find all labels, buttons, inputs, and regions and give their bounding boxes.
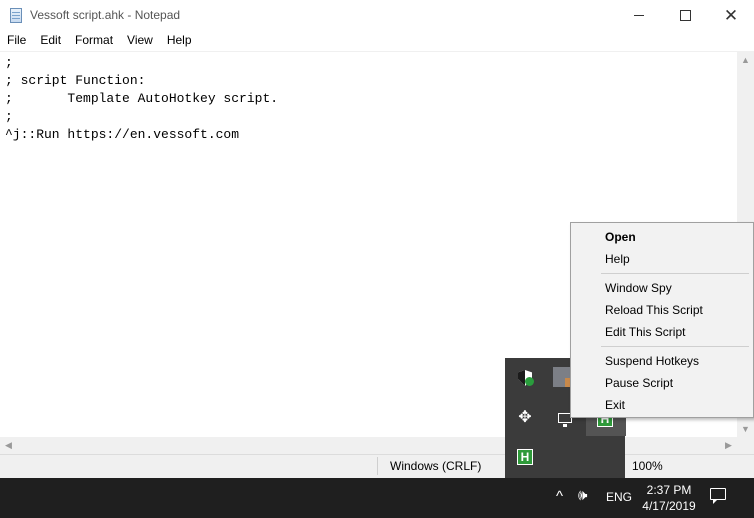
input-language-indicator[interactable]: ENG	[606, 490, 632, 504]
menu-edit[interactable]: Edit	[33, 31, 68, 51]
menu-item-exit[interactable]: Exit	[571, 394, 753, 416]
title-bar[interactable]: Vessoft script.ahk - Notepad ✕	[0, 0, 754, 31]
code-line: ;	[5, 109, 13, 124]
editor-text[interactable]: ; ; script Function: ; Template AutoHotk…	[5, 54, 278, 144]
close-icon: ✕	[723, 6, 739, 25]
status-bar: Windows (CRLF) 100%	[0, 454, 754, 478]
autohotkey-icon[interactable]: H	[515, 447, 535, 467]
move-glyph: ✥	[518, 409, 532, 426]
menu-item-window-spy[interactable]: Window Spy	[571, 277, 753, 299]
taskbar: ^ 🕪 ENG 2:37 PM 4/17/2019	[0, 478, 754, 518]
shield-half	[518, 370, 525, 386]
menu-item-help[interactable]: Help	[571, 248, 753, 270]
scrollbar-corner	[737, 437, 754, 454]
menu-format[interactable]: Format	[68, 31, 120, 51]
menu-item-label: Help	[605, 252, 630, 266]
horizontal-scrollbar[interactable]: ◀ ▶	[0, 437, 737, 454]
menu-item-edit-script[interactable]: Edit This Script	[571, 321, 753, 343]
scroll-right-icon[interactable]: ▶	[720, 437, 737, 454]
status-zoom: 100%	[632, 459, 663, 473]
status-line-ending: Windows (CRLF)	[390, 459, 482, 473]
menu-bar: File Edit Format View Help	[0, 31, 754, 51]
menu-item-label: Reload This Script	[605, 303, 703, 317]
menu-separator	[601, 346, 749, 347]
code-line: ; Template AutoHotkey script.	[5, 91, 279, 106]
taskbar-clock[interactable]: 2:37 PM 4/17/2019	[641, 482, 697, 514]
autohotkey-h: H	[517, 449, 533, 465]
menu-item-pause-script[interactable]: Pause Script	[571, 372, 753, 394]
clock-time: 2:37 PM	[646, 483, 692, 497]
minimize-icon	[634, 15, 644, 16]
maximize-icon	[679, 10, 691, 21]
check-badge-icon	[525, 377, 534, 386]
menu-item-label: Edit This Script	[605, 325, 686, 339]
menu-separator	[601, 273, 749, 274]
menu-item-label: Window Spy	[605, 281, 672, 295]
status-divider	[377, 457, 378, 475]
close-button[interactable]: ✕	[708, 0, 754, 31]
code-line: ^j::Run https://en.vessoft.com	[5, 127, 240, 142]
scroll-left-icon[interactable]: ◀	[0, 437, 17, 454]
menu-view[interactable]: View	[120, 31, 160, 51]
window-title: Vessoft script.ahk - Notepad	[30, 8, 181, 22]
maximize-button[interactable]	[662, 0, 708, 31]
menu-item-label: Exit	[605, 398, 626, 412]
move-icon[interactable]: ✥	[515, 407, 535, 427]
menu-item-label: Suspend Hotkeys	[605, 354, 700, 368]
clock-date: 4/17/2019	[642, 499, 696, 513]
code-line: ; script Function:	[5, 73, 146, 88]
menu-item-reload-script[interactable]: Reload This Script	[571, 299, 753, 321]
menu-item-open[interactable]: Open	[571, 226, 753, 248]
menu-item-label: Open	[605, 230, 636, 244]
menu-item-label: Pause Script	[605, 376, 674, 390]
notepad-icon	[10, 8, 22, 23]
code-line: ;	[5, 55, 13, 70]
windows-security-icon[interactable]	[515, 368, 535, 388]
menu-help[interactable]: Help	[160, 31, 199, 51]
speaker-icon[interactable]: 🕪	[578, 487, 587, 504]
show-hidden-icons-chevron-icon[interactable]: ^	[556, 488, 563, 505]
action-center-icon[interactable]	[710, 488, 726, 504]
scroll-up-icon[interactable]: ▲	[737, 51, 754, 68]
menu-item-suspend-hotkeys[interactable]: Suspend Hotkeys	[571, 350, 753, 372]
minimize-button[interactable]	[616, 0, 662, 31]
autohotkey-context-menu: Open Help Window Spy Reload This Script …	[570, 222, 754, 418]
scroll-down-icon[interactable]: ▼	[737, 420, 754, 437]
menu-file[interactable]: File	[0, 31, 33, 51]
